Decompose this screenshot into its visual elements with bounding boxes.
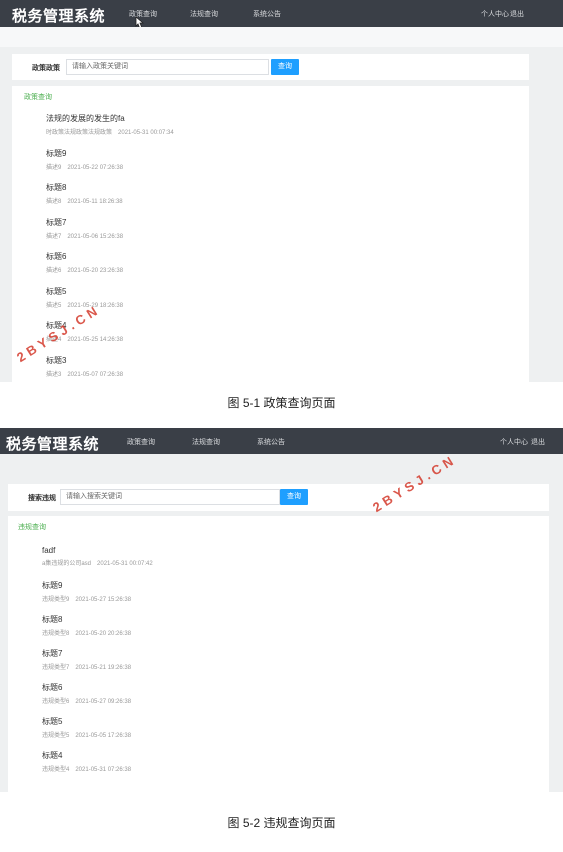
item-timestamp: 2021-05-31 07:26:38 <box>75 767 132 773</box>
item-timestamp: 2021-05-11 18:26:38 <box>67 199 123 205</box>
nav-logout[interactable]: 退出 <box>510 9 524 19</box>
item-meta: 描述6 2021-05-20 23:26:38 <box>46 265 129 274</box>
item-meta: 违规类型5 2021-05-05 17:26:38 <box>42 730 137 739</box>
list-item[interactable]: 标题8 违规类型8 2021-05-20 20:26:38 <box>42 614 137 637</box>
item-title[interactable]: 标题7 <box>42 648 137 659</box>
policy-list-panel: 政策查询 法规的发展的发生的fa 时政策法规政策法规政策 2021-05-31 00… <box>12 86 529 382</box>
item-timestamp: 2021-05-06 15:26:38 <box>67 233 124 240</box>
item-timestamp: 2021-05-05 17:26:38 <box>75 733 132 739</box>
item-description: 描述9 <box>46 164 62 171</box>
item-timestamp: 2021-05-07 07:26:38 <box>67 371 124 378</box>
item-description: 违规类型9 <box>42 597 70 603</box>
item-meta: 违规类型4 2021-05-31 07:26:38 <box>42 764 137 773</box>
item-timestamp: 2021-05-22 07:26:38 <box>67 164 124 171</box>
list-item[interactable]: 标题9 违规类型9 2021-05-27 15:26:38 <box>42 580 137 603</box>
violation-list-panel: 违规查询 fadf a集违规的公司asd 2021-05-31 00:07:42 标题… <box>8 516 549 792</box>
list-item[interactable]: 标题3 描述3 2021-05-07 07:26:38 <box>46 355 129 378</box>
item-meta: 违规类型8 2021-05-20 20:26:38 <box>42 628 137 637</box>
top-gap <box>0 27 563 47</box>
item-description: 描述3 <box>46 371 62 378</box>
section-title: 违规查询 <box>18 524 46 531</box>
item-description: 时政策法规政策法规政策 <box>46 130 113 136</box>
figure-caption-2: 图 5-2 违规查询页面 <box>227 816 336 830</box>
item-title[interactable]: 标题5 <box>42 716 137 727</box>
item-title[interactable]: 法规的发展的发生的fa <box>46 113 180 124</box>
figure-caption-1: 图 5-1 政策查询页面 <box>227 396 336 410</box>
item-title[interactable]: 标题4 <box>42 750 137 761</box>
item-meta: 描述8 2021-05-11 18:26:38 <box>46 196 129 205</box>
nav-regulation-query[interactable]: 法规查询 <box>192 437 220 447</box>
nav-policy-query[interactable]: 政策查询 <box>127 437 155 447</box>
top-navbar: 税务管理系统 政策查询 法规查询 系统公告 个人中心 退出 <box>0 428 563 454</box>
item-description: 描述7 <box>46 233 62 240</box>
search-label: 政策政策 <box>32 65 60 72</box>
item-description: 描述6 <box>46 268 62 274</box>
item-meta: 时政策法规政策法规政策 2021-05-31 00:07:34 <box>46 127 180 136</box>
item-title[interactable]: 标题9 <box>46 148 129 159</box>
search-input[interactable]: 请输入搜索关键词 <box>60 489 280 505</box>
item-description: 描述5 <box>46 302 62 309</box>
item-title[interactable]: 标题8 <box>46 182 129 193</box>
list-item[interactable]: 标题7 描述7 2021-05-06 15:26:38 <box>46 217 129 240</box>
item-timestamp: 2021-05-20 23:26:38 <box>67 268 124 274</box>
item-meta: 描述3 2021-05-07 07:26:38 <box>46 369 129 378</box>
list-item[interactable]: 标题5 违规类型5 2021-05-05 17:26:38 <box>42 716 137 739</box>
list-item[interactable]: 标题4 违规类型4 2021-05-31 07:26:38 <box>42 750 137 773</box>
search-input[interactable]: 请输入政策关键词 <box>66 59 269 75</box>
item-description: 违规类型8 <box>42 631 70 637</box>
item-timestamp: 2021-05-25 14:26:38 <box>67 337 124 343</box>
item-title[interactable]: 标题6 <box>42 682 137 693</box>
nav-personal-center[interactable]: 个人中心 <box>500 437 528 447</box>
item-title[interactable]: 标题3 <box>46 355 129 366</box>
item-description: 违规类型7 <box>42 665 70 671</box>
item-description: 违规类型4 <box>42 767 70 773</box>
list-item[interactable]: 标题9 描述9 2021-05-22 07:26:38 <box>46 148 129 171</box>
item-timestamp: 2021-05-20 20:26:38 <box>75 631 132 637</box>
search-panel: 政策政策 请输入政策关键词 查询 <box>12 54 529 80</box>
item-meta: 违规类型7 2021-05-21 19:26:38 <box>42 662 137 671</box>
item-meta: 描述7 2021-05-06 15:26:38 <box>46 231 129 240</box>
search-label: 搜索违规 <box>28 495 56 502</box>
policy-query-screenshot: 税务管理系统 政策查询 法规查询 系统公告 个人中心 退出 政策政策 请输入政策… <box>0 0 563 382</box>
list-item[interactable]: fadf a集违规的公司asd 2021-05-31 00:07:42 <box>42 546 159 567</box>
item-title[interactable]: 标题7 <box>46 217 129 228</box>
violation-query-screenshot: 税务管理系统 政策查询 法规查询 系统公告 个人中心 退出 搜索违规 请输入搜索… <box>0 428 563 792</box>
app-brand: 税务管理系统 <box>12 8 106 25</box>
item-timestamp: 2021-05-31 00:07:34 <box>118 130 174 136</box>
item-timestamp: 2021-05-21 19:26:38 <box>75 665 132 671</box>
item-description: 违规类型5 <box>42 733 70 739</box>
item-title[interactable]: 标题9 <box>42 580 137 591</box>
item-title[interactable]: fadf <box>42 546 159 555</box>
nav-regulation-query[interactable]: 法规查询 <box>190 9 218 19</box>
list-item[interactable]: 标题7 违规类型7 2021-05-21 19:26:38 <box>42 648 137 671</box>
item-title[interactable]: 标题5 <box>46 286 129 297</box>
item-timestamp: 2021-05-27 09:26:38 <box>75 699 132 705</box>
item-meta: 违规类型6 2021-05-27 09:26:38 <box>42 696 137 705</box>
nav-system-notice[interactable]: 系统公告 <box>253 9 281 19</box>
item-description: 违规类型6 <box>42 699 70 705</box>
list-item[interactable]: 法规的发展的发生的fa 时政策法规政策法规政策 2021-05-31 00:07:3… <box>46 113 180 136</box>
item-meta: a集违规的公司asd 2021-05-31 00:07:42 <box>42 558 159 567</box>
item-title[interactable]: 标题6 <box>46 251 129 262</box>
nav-logout[interactable]: 退出 <box>531 437 545 447</box>
list-item[interactable]: 标题6 描述6 2021-05-20 23:26:38 <box>46 251 129 274</box>
item-timestamp: 2021-05-27 15:26:38 <box>75 597 132 603</box>
item-description: 描述8 <box>46 199 62 205</box>
app-brand: 税务管理系统 <box>6 436 100 453</box>
search-button[interactable]: 查询 <box>271 59 299 75</box>
top-navbar: 税务管理系统 政策查询 法规查询 系统公告 个人中心 退出 <box>0 0 563 27</box>
nav-system-notice[interactable]: 系统公告 <box>257 437 285 447</box>
search-panel: 搜索违规 请输入搜索关键词 查询 <box>8 484 549 511</box>
item-meta: 违规类型9 2021-05-27 15:26:38 <box>42 594 137 603</box>
nav-personal-center[interactable]: 个人中心 <box>481 9 509 19</box>
item-timestamp: 2021-05-31 00:07:42 <box>97 561 153 567</box>
item-title[interactable]: 标题8 <box>42 614 137 625</box>
item-description: a集违规的公司asd <box>42 561 92 567</box>
search-button[interactable]: 查询 <box>280 489 308 505</box>
section-title: 政策查询 <box>24 94 52 101</box>
item-meta: 描述9 2021-05-22 07:26:38 <box>46 162 129 171</box>
list-item[interactable]: 标题8 描述8 2021-05-11 18:26:38 <box>46 182 129 205</box>
list-item[interactable]: 标题6 违规类型6 2021-05-27 09:26:38 <box>42 682 137 705</box>
